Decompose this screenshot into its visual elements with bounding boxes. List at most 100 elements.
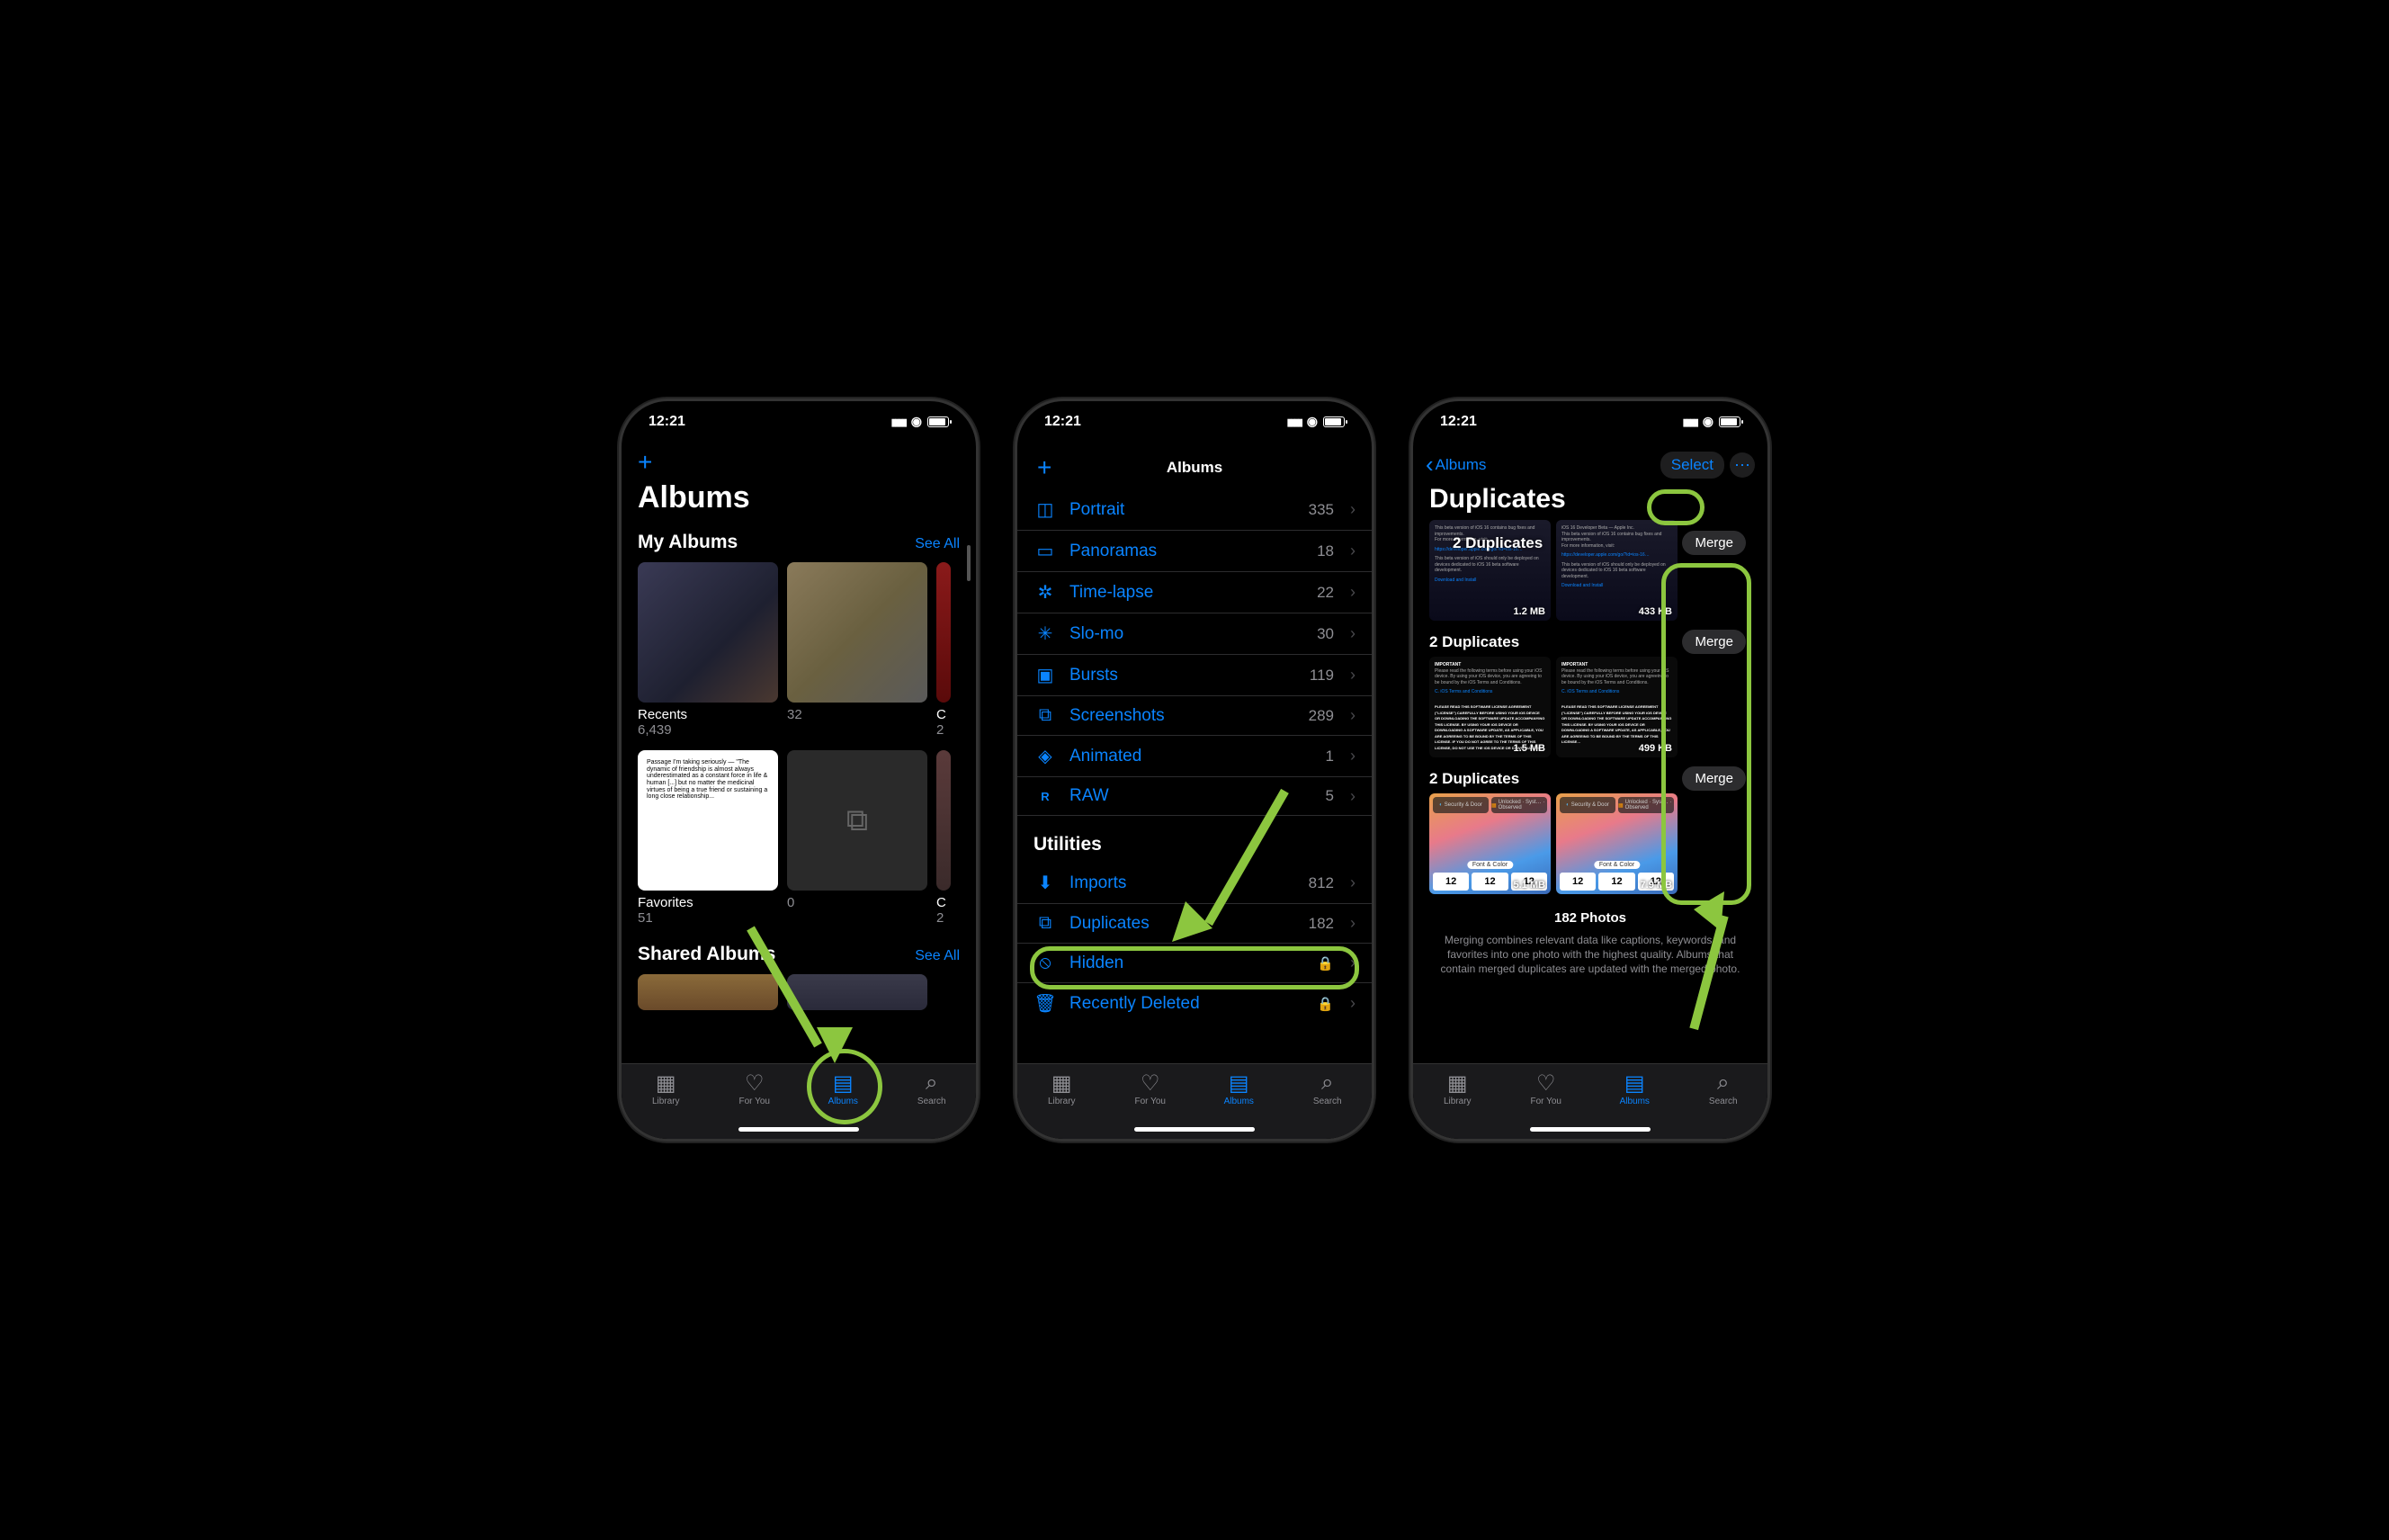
row-animated[interactable]: ◈Animated1› — [1017, 736, 1372, 777]
row-portrait[interactable]: ◫Portrait335› — [1017, 489, 1372, 531]
album-recents[interactable]: Recents 6,439 — [638, 562, 778, 738]
panorama-icon: ▭ — [1033, 540, 1057, 562]
row-hidden[interactable]: ⦸Hidden🔒› — [1017, 944, 1372, 983]
merge-button[interactable]: Merge — [1682, 766, 1746, 791]
add-button[interactable]: + — [622, 448, 976, 477]
tab-search[interactable]: ⌕ Search — [888, 1064, 977, 1139]
album-thumb — [936, 562, 951, 703]
albums-icon: ▤ — [833, 1071, 854, 1095]
row-bursts[interactable]: ▣Bursts119› — [1017, 655, 1372, 696]
media-types-list: ◫Portrait335› ▭Panoramas18› ✲Time-lapse2… — [1017, 489, 1372, 816]
tab-label: Search — [1313, 1097, 1342, 1106]
album-item-cut[interactable]: C 2 — [936, 750, 951, 926]
file-size: 1.2 MB — [1514, 606, 1545, 617]
row-count: 22 — [1317, 584, 1334, 602]
album-name: Favorites — [638, 895, 778, 910]
shared-album-item[interactable] — [638, 974, 778, 1010]
tab-search[interactable]: ⌕Search — [1284, 1064, 1373, 1139]
shared-album-item[interactable] — [787, 974, 927, 1010]
tab-label: Search — [917, 1097, 946, 1106]
home-indicator[interactable] — [1530, 1127, 1651, 1132]
num-box: 12 — [1598, 873, 1634, 891]
duplicates-icon: ⧉ — [1033, 913, 1057, 934]
row-name: Hidden — [1069, 954, 1304, 973]
row-imports[interactable]: ⬇ Imports 812 › — [1017, 863, 1372, 904]
signal-icon — [1287, 414, 1302, 430]
duplicate-thumb[interactable]: Security & DoorUnlocked · Syst… · Observ… — [1556, 793, 1678, 894]
imports-icon: ⬇ — [1033, 872, 1057, 894]
album-item[interactable]: 32 — [787, 562, 927, 738]
tab-library[interactable]: ▦ Library — [1413, 1064, 1502, 1139]
duplicate-thumb[interactable]: IMPORTANTPlease read the following terms… — [1556, 657, 1678, 757]
wifi-icon — [1703, 414, 1713, 430]
tab-library[interactable]: ▦Library — [1017, 1064, 1106, 1139]
back-button[interactable]: Albums — [1426, 456, 1486, 474]
library-icon: ▦ — [656, 1071, 676, 1095]
album-empty[interactable]: ⧉ 0 — [787, 750, 927, 926]
duplicate-group: 2 Duplicates Merge IMPORTANTPlease read … — [1413, 624, 1767, 757]
duplicate-thumb[interactable]: 2 Duplicates This beta version of iOS 16… — [1429, 520, 1551, 621]
album-count: 51 — [638, 910, 778, 926]
album-thumb: ⧉ — [787, 750, 927, 891]
chevron-right-icon: › — [1350, 994, 1356, 1013]
num-box: 12 — [1433, 873, 1469, 891]
slomo-icon: ✳ — [1033, 622, 1057, 645]
merge-button[interactable]: Merge — [1682, 531, 1746, 555]
tab-label: Albums — [1224, 1097, 1254, 1106]
tab-library[interactable]: ▦ Library — [622, 1064, 711, 1139]
row-count: 18 — [1317, 542, 1334, 560]
search-icon: ⌕ — [1717, 1071, 1729, 1095]
row-screenshots[interactable]: ⧉Screenshots289› — [1017, 696, 1372, 736]
file-size: 5.1 MB — [1514, 880, 1545, 891]
home-indicator[interactable] — [738, 1127, 859, 1132]
heart-icon: ♥ — [645, 869, 654, 885]
tab-label: For You — [739, 1097, 770, 1106]
tab-label: Library — [652, 1097, 680, 1106]
duplicate-thumb[interactable]: Security & DoorUnlocked · Syst… · Observ… — [1429, 793, 1551, 894]
album-count: 2 — [936, 722, 951, 738]
wifi-icon — [911, 414, 922, 430]
home-indicator[interactable] — [1134, 1127, 1255, 1132]
see-all-link[interactable]: See All — [915, 948, 960, 964]
chevron-right-icon: › — [1350, 787, 1356, 806]
chevron-right-icon: › — [1350, 873, 1356, 892]
album-item-cut[interactable]: C 2 — [936, 562, 951, 738]
library-icon: ▦ — [1447, 1071, 1468, 1095]
tab-label: Library — [1444, 1097, 1472, 1106]
row-timelapse[interactable]: ✲Time-lapse22› — [1017, 572, 1372, 613]
tab-search[interactable]: ⌕Search — [1679, 1064, 1768, 1139]
merge-button[interactable]: Merge — [1682, 630, 1746, 654]
row-count: 812 — [1309, 874, 1334, 892]
row-recently-deleted[interactable]: 🗑Recently Deleted🔒› — [1017, 983, 1372, 1024]
more-button[interactable]: ⋯ — [1730, 452, 1755, 478]
row-name: Imports — [1069, 873, 1296, 893]
duplicate-thumb[interactable]: IMPORTANTPlease read the following terms… — [1429, 657, 1551, 757]
tab-label: Albums — [828, 1097, 858, 1106]
add-button[interactable]: + — [1021, 453, 1068, 482]
lock-icon: 🔒 — [1317, 955, 1334, 971]
album-thumb: Passage I'm taking seriously — "The dyna… — [638, 750, 778, 891]
duplicate-thumb[interactable]: iOS 16 Developer Beta — Apple Inc.This b… — [1556, 520, 1678, 621]
album-count: 6,439 — [638, 722, 778, 738]
file-size: 499 KB — [1639, 743, 1672, 754]
see-all-link[interactable]: See All — [915, 536, 960, 552]
select-button[interactable]: Select — [1660, 452, 1724, 479]
animated-icon: ◈ — [1033, 745, 1057, 767]
row-slomo[interactable]: ✳Slo-mo30› — [1017, 613, 1372, 655]
search-icon: ⌕ — [926, 1071, 937, 1095]
row-name: Slo-mo — [1069, 624, 1304, 644]
album-favorites[interactable]: Passage I'm taking seriously — "The dyna… — [638, 750, 778, 926]
row-panoramas[interactable]: ▭Panoramas18› — [1017, 531, 1372, 572]
album-count: 2 — [936, 910, 951, 926]
heart-square-icon: ♡ — [1141, 1071, 1160, 1095]
chevron-right-icon: › — [1350, 706, 1356, 725]
duplicate-group: 2 Duplicates Merge Security & DoorUnlock… — [1413, 761, 1767, 894]
screenshots-icon: ⧉ — [1033, 705, 1057, 726]
back-label: Albums — [1436, 456, 1487, 474]
heart-square-icon: ♡ — [745, 1071, 765, 1095]
chevron-right-icon: › — [1350, 500, 1356, 519]
battery-icon — [1323, 416, 1345, 427]
row-name: Time-lapse — [1069, 583, 1304, 603]
row-raw[interactable]: RRAW5› — [1017, 777, 1372, 816]
notch — [1127, 401, 1262, 428]
